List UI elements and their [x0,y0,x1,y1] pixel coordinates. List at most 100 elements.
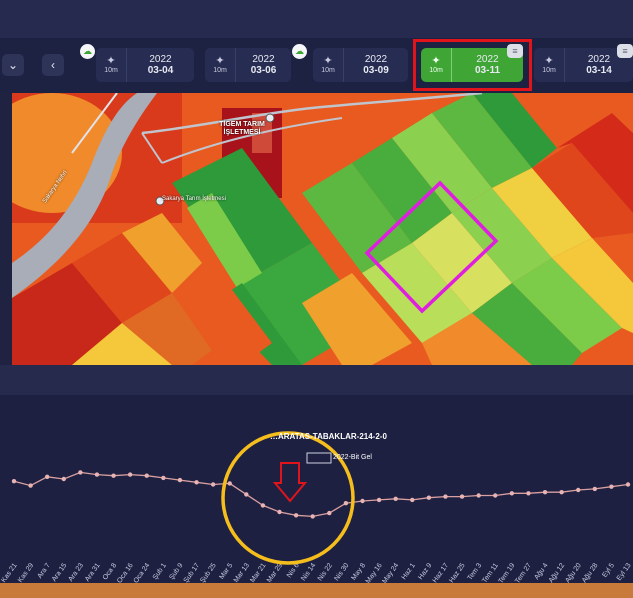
data-point [493,493,498,498]
panel-separator [0,365,633,395]
top-bar [0,0,633,38]
resolution-badge: ✦ 10m [96,48,127,82]
chart-svg: Kas 21Kas 29 Ara 7 Ara 15 Ara 23 Ara 31 Oca 8… [0,431,633,583]
x-tick-label: Ağu 4 [533,562,549,581]
selected-date-highlight [413,39,532,91]
x-tick-label: Ara 15 [51,562,69,583]
tile-year: 2022 [364,54,388,65]
x-tick-label: Ara 31 [84,562,102,583]
data-point [609,484,614,489]
x-tick-label: Nis 14 [300,562,317,582]
x-tick-label: Tem 3 [467,562,484,582]
date-tile-2022-03-04[interactable]: ✦ 10m 2022 03-04 [96,48,194,82]
satellite-icon: ✦ [106,55,116,67]
data-point [277,509,282,515]
data-point [343,501,349,506]
tile-date: 03-09 [363,65,389,76]
x-tick-label: Ara 7 [36,562,51,580]
date-tile-2022-03-09[interactable]: ✦ 10m 2022 03-09 [313,48,408,82]
data-point [410,497,415,503]
legend-swatch [306,452,332,464]
date-tile-2022-03-06[interactable]: ✦ 10m 2022 03-06 [205,48,291,82]
cloud-icon: ☁ [292,44,307,59]
data-point [144,473,149,478]
data-point [127,472,133,477]
data-point [61,476,66,482]
x-tick-label: Eyl 13 [616,562,633,582]
tile-year: 2022 [149,54,172,65]
data-point [293,513,299,518]
data-point [327,510,332,516]
data-point [161,475,166,481]
x-tick-label: Şub 1 [152,562,168,581]
bottom-map-strip [0,583,633,598]
x-tick-label: Kas 29 [17,562,35,583]
red-arrow-down-icon [272,462,308,503]
x-tick-label: Oca 24 [133,562,152,583]
resolution-badge: ✦ 10m [313,48,344,82]
data-point [177,477,183,483]
chart-title: …ARATAS-TABAKLAR-214-2-0 [270,432,387,441]
data-point [443,494,448,499]
x-tick-label: May 24 [381,562,400,583]
x-tick-label: Ara 23 [67,562,85,583]
data-point [260,503,266,508]
map-label-sakarya: Sakarya Tarım İşletmesi [162,196,226,202]
resolution-label: 10m [104,67,118,74]
x-tick-label: Mar 5 [218,562,234,581]
legend-label: 2022-Bit Gel [333,454,372,461]
chevron-down-icon[interactable]: ⌄ [2,54,24,76]
data-point [194,480,199,485]
x-tick-label: Oca 8 [102,562,119,581]
data-point [376,497,382,503]
x-tick-label: Haz 9 [417,562,433,581]
x-tick-label: Oca 16 [116,562,135,583]
data-point [111,473,116,478]
data-point [94,472,100,477]
data-point [393,496,398,501]
tile-year: 2022 [587,54,611,65]
x-tick-label: Haz 1 [401,562,417,581]
satellite-icon: ✦ [544,55,554,67]
x-tick-label: Mar 29 [266,562,284,583]
data-point [459,494,465,499]
resolution-badge: ✦ 10m [205,48,236,82]
x-tick-label: Şub 9 [168,562,184,581]
satellite-icon: ✦ [323,55,333,67]
cloud-icon: ☁ [80,44,95,59]
data-point [310,514,315,519]
data-point [210,482,216,487]
x-tick-label: Şub 25 [199,562,218,583]
resolution-badge: ✦ 10m [534,48,565,82]
tile-year: 2022 [252,54,275,65]
data-point [476,493,481,498]
tile-date: 03-04 [147,65,174,76]
data-point [426,495,432,500]
x-tick-label: May 16 [365,562,384,583]
data-point [11,479,17,484]
x-tick-label: Nis 22 [317,562,334,582]
tile-date: 03-14 [586,65,612,76]
x-tick-label: Haz 25 [448,562,467,583]
layers-icon: ≡ [617,44,633,58]
data-point [526,491,531,496]
data-point [44,474,50,479]
x-tick-label: May 8 [350,562,367,582]
data-point [542,490,548,495]
data-point [227,481,232,486]
data-point [592,486,598,492]
series-line-2022-bit-gel [13,471,629,518]
map-label-tigem: TİGEM TARIM İŞLETMESİ [219,121,265,136]
ndvi-time-series-chart: Kas 21 Kas 29 Ara 7 Ara 15 Ara 23 Ara 31 Oca 8… [0,395,633,598]
x-tick-label: Tem 19 [498,562,517,583]
resolution-label: 10m [213,67,227,74]
x-tick-label: Nis 30 [333,562,350,582]
data-point [625,482,631,487]
ndvi-map[interactable]: TİGEM TARIM İŞLETMESİ Sakarya Tarım İşle… [12,93,633,365]
previous-date-button[interactable]: ‹ [42,54,64,76]
x-tick-label: Eyl 5 [601,562,616,579]
data-point [509,491,515,496]
data-point [244,492,249,497]
resolution-label: 10m [542,67,556,74]
tile-date: 03-06 [250,65,277,76]
